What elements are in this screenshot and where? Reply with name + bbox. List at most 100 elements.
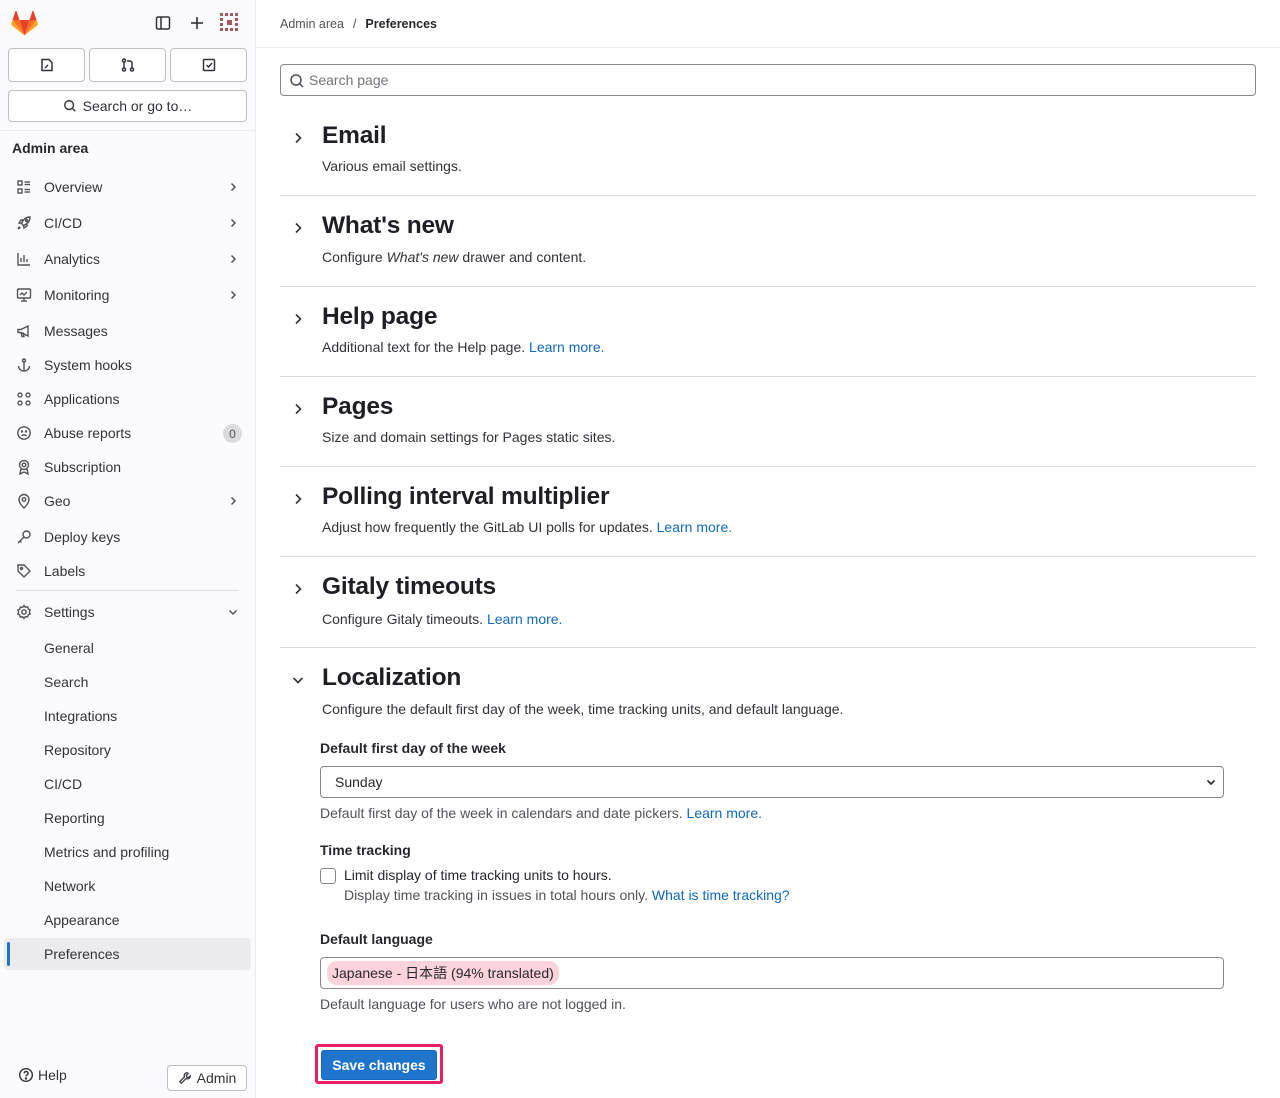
- learn-more-link[interactable]: Learn more.: [487, 611, 562, 627]
- user-avatar-icon[interactable]: [219, 12, 241, 34]
- sidebar-item-subscription[interactable]: Subscription: [4, 451, 251, 483]
- sidebar-item-label: Deploy keys: [44, 529, 121, 545]
- sidebar-subitem-appearance[interactable]: Appearance: [4, 904, 251, 936]
- license-icon: [16, 459, 32, 475]
- sidebar-item-analytics[interactable]: Analytics: [4, 243, 251, 275]
- sidebar-subitem-repository[interactable]: Repository: [4, 734, 251, 766]
- first-day-help: Default first day of the week in calenda…: [320, 805, 762, 821]
- sidebar-item-label: Abuse reports: [44, 425, 132, 441]
- language-selected-value: Japanese - 日本語 (94% translated): [327, 961, 559, 985]
- learn-more-link[interactable]: Learn more.: [687, 805, 762, 821]
- sidebar-subitem-cicd[interactable]: CI/CD: [4, 768, 251, 800]
- sidebar-subitem-integrations[interactable]: Integrations: [4, 700, 251, 732]
- label-icon: [16, 563, 32, 579]
- issues-button[interactable]: [8, 48, 85, 82]
- chevron-right-icon[interactable]: [290, 220, 306, 236]
- learn-more-link[interactable]: Learn more.: [529, 339, 604, 355]
- sidebar-item-messages[interactable]: Messages: [4, 315, 251, 347]
- section-title[interactable]: Gitaly timeouts: [322, 573, 496, 601]
- section-divider: [280, 195, 1256, 196]
- default-language-label: Default language: [320, 931, 433, 947]
- default-language-select[interactable]: Japanese - 日本語 (94% translated): [320, 957, 1224, 989]
- sidebar-subitem-label: Appearance: [44, 912, 120, 928]
- sidebar-item-system-hooks[interactable]: System hooks: [4, 349, 251, 381]
- sidebar-item-label: CI/CD: [44, 215, 83, 231]
- sidebar-subitem-general[interactable]: General: [4, 632, 251, 664]
- sidebar-item-labels[interactable]: Labels: [4, 555, 251, 587]
- section-title[interactable]: What's new: [322, 212, 454, 240]
- section-divider: [280, 466, 1256, 467]
- sidebar-item-cicd[interactable]: CI/CD: [4, 207, 251, 239]
- description-text: Configure Gitaly timeouts.: [322, 611, 487, 627]
- merge-requests-button[interactable]: [89, 48, 166, 82]
- search-icon: [63, 99, 77, 113]
- rocket-icon: [16, 215, 32, 231]
- sidebar-item-abuse-reports[interactable]: Abuse reports 0: [4, 417, 251, 449]
- chevron-right-icon: [227, 181, 239, 193]
- sidebar-subitem-search[interactable]: Search: [4, 666, 251, 698]
- sidebar-item-label: Geo: [44, 493, 71, 509]
- sidebar-item-label: Monitoring: [44, 287, 110, 303]
- section-title[interactable]: Localization: [322, 664, 461, 692]
- sidebar-item-settings[interactable]: Settings: [4, 596, 251, 628]
- admin-button[interactable]: Admin: [167, 1065, 247, 1091]
- help-button[interactable]: Help: [18, 1067, 67, 1083]
- merge-request-icon: [120, 57, 136, 73]
- section-title[interactable]: Email: [322, 122, 387, 150]
- sidebar-toggle-icon[interactable]: [152, 12, 174, 34]
- sidebar-item-deploy-keys[interactable]: Deploy keys: [4, 521, 251, 553]
- todos-button[interactable]: [170, 48, 247, 82]
- chevron-down-icon[interactable]: [290, 672, 306, 688]
- top-bar: Admin area / Preferences: [256, 0, 1280, 48]
- section-description: Adjust how frequently the GitLab UI poll…: [322, 519, 732, 535]
- sidebar-item-overview[interactable]: Overview: [4, 171, 251, 203]
- first-day-select[interactable]: Sunday: [320, 766, 1224, 798]
- chevron-right-icon: [227, 253, 239, 265]
- chevron-right-icon[interactable]: [290, 311, 306, 327]
- save-changes-button[interactable]: Save changes: [321, 1050, 437, 1080]
- page-search-box: [280, 64, 1256, 96]
- section-description: Various email settings.: [322, 158, 462, 174]
- sidebar-subitem-metrics[interactable]: Metrics and profiling: [4, 836, 251, 868]
- default-language-help: Default language for users who are not l…: [320, 996, 626, 1012]
- section-title[interactable]: Polling interval multiplier: [322, 483, 609, 511]
- section-title[interactable]: Pages: [322, 393, 393, 421]
- section-title[interactable]: Help page: [322, 303, 437, 331]
- help-icon: [18, 1067, 34, 1083]
- description-text: Size and domain settings for Pages stati…: [322, 429, 616, 445]
- sidebar: Search or go to… Admin area Overview CI/…: [0, 0, 256, 1098]
- chevron-right-icon[interactable]: [290, 581, 306, 597]
- sidebar-subitem-network[interactable]: Network: [4, 870, 251, 902]
- chevron-right-icon[interactable]: [290, 401, 306, 417]
- description-emphasis: What's new: [386, 249, 459, 265]
- help-text: Default first day of the week in calenda…: [320, 805, 687, 821]
- create-new-icon[interactable]: [186, 12, 208, 34]
- section-divider: [280, 647, 1256, 648]
- gitlab-logo-icon[interactable]: [11, 11, 38, 36]
- sidebar-item-label: Applications: [44, 391, 120, 407]
- sidebar-divider: [0, 130, 256, 131]
- section-localization: Localization Configure the default first…: [280, 664, 1256, 724]
- limit-hours-checkbox[interactable]: [320, 868, 336, 884]
- what-is-time-tracking-link[interactable]: What is time tracking?: [652, 887, 790, 903]
- settings-gear-icon: [16, 604, 32, 620]
- learn-more-link[interactable]: Learn more.: [657, 519, 732, 535]
- section-email: Email Various email settings.: [280, 122, 1256, 196]
- sidebar-item-label: Settings: [44, 604, 95, 620]
- sidebar-item-monitoring[interactable]: Monitoring: [4, 279, 251, 311]
- search-or-go-to-button[interactable]: Search or go to…: [8, 90, 247, 122]
- limit-hours-checkbox-label[interactable]: Limit display of time tracking units to …: [344, 867, 612, 883]
- description-text: Additional text for the Help page.: [322, 339, 530, 355]
- quick-actions: [8, 48, 247, 82]
- breadcrumb-parent[interactable]: Admin area: [280, 17, 344, 31]
- sidebar-subitem-label: Network: [44, 878, 96, 894]
- page-search-input[interactable]: [309, 72, 1209, 88]
- sidebar-subitem-preferences[interactable]: Preferences: [4, 938, 251, 970]
- section-description: Configure the default first day of the w…: [322, 701, 843, 717]
- chevron-right-icon[interactable]: [290, 491, 306, 507]
- sidebar-item-applications[interactable]: Applications: [4, 383, 251, 415]
- sidebar-item-geo[interactable]: Geo: [4, 485, 251, 517]
- chevron-right-icon[interactable]: [290, 130, 306, 146]
- sidebar-subitem-reporting[interactable]: Reporting: [4, 802, 251, 834]
- section-description: Size and domain settings for Pages stati…: [322, 429, 615, 445]
